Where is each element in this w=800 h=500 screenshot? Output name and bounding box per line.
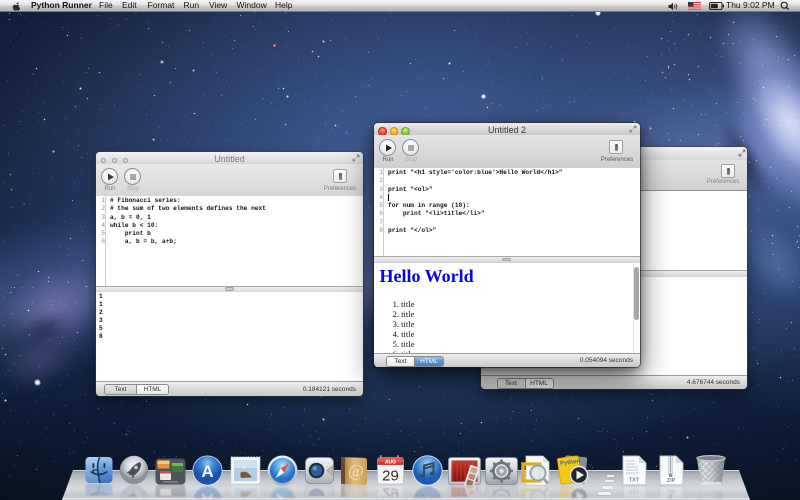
svg-text:29: 29 <box>382 468 399 485</box>
svg-text:A: A <box>201 462 213 481</box>
svg-text:@: @ <box>348 461 364 481</box>
svg-text:AUG: AUG <box>385 460 396 466</box>
svg-text:TXT: TXT <box>629 478 640 484</box>
svg-text:ZIP: ZIP <box>667 478 676 484</box>
